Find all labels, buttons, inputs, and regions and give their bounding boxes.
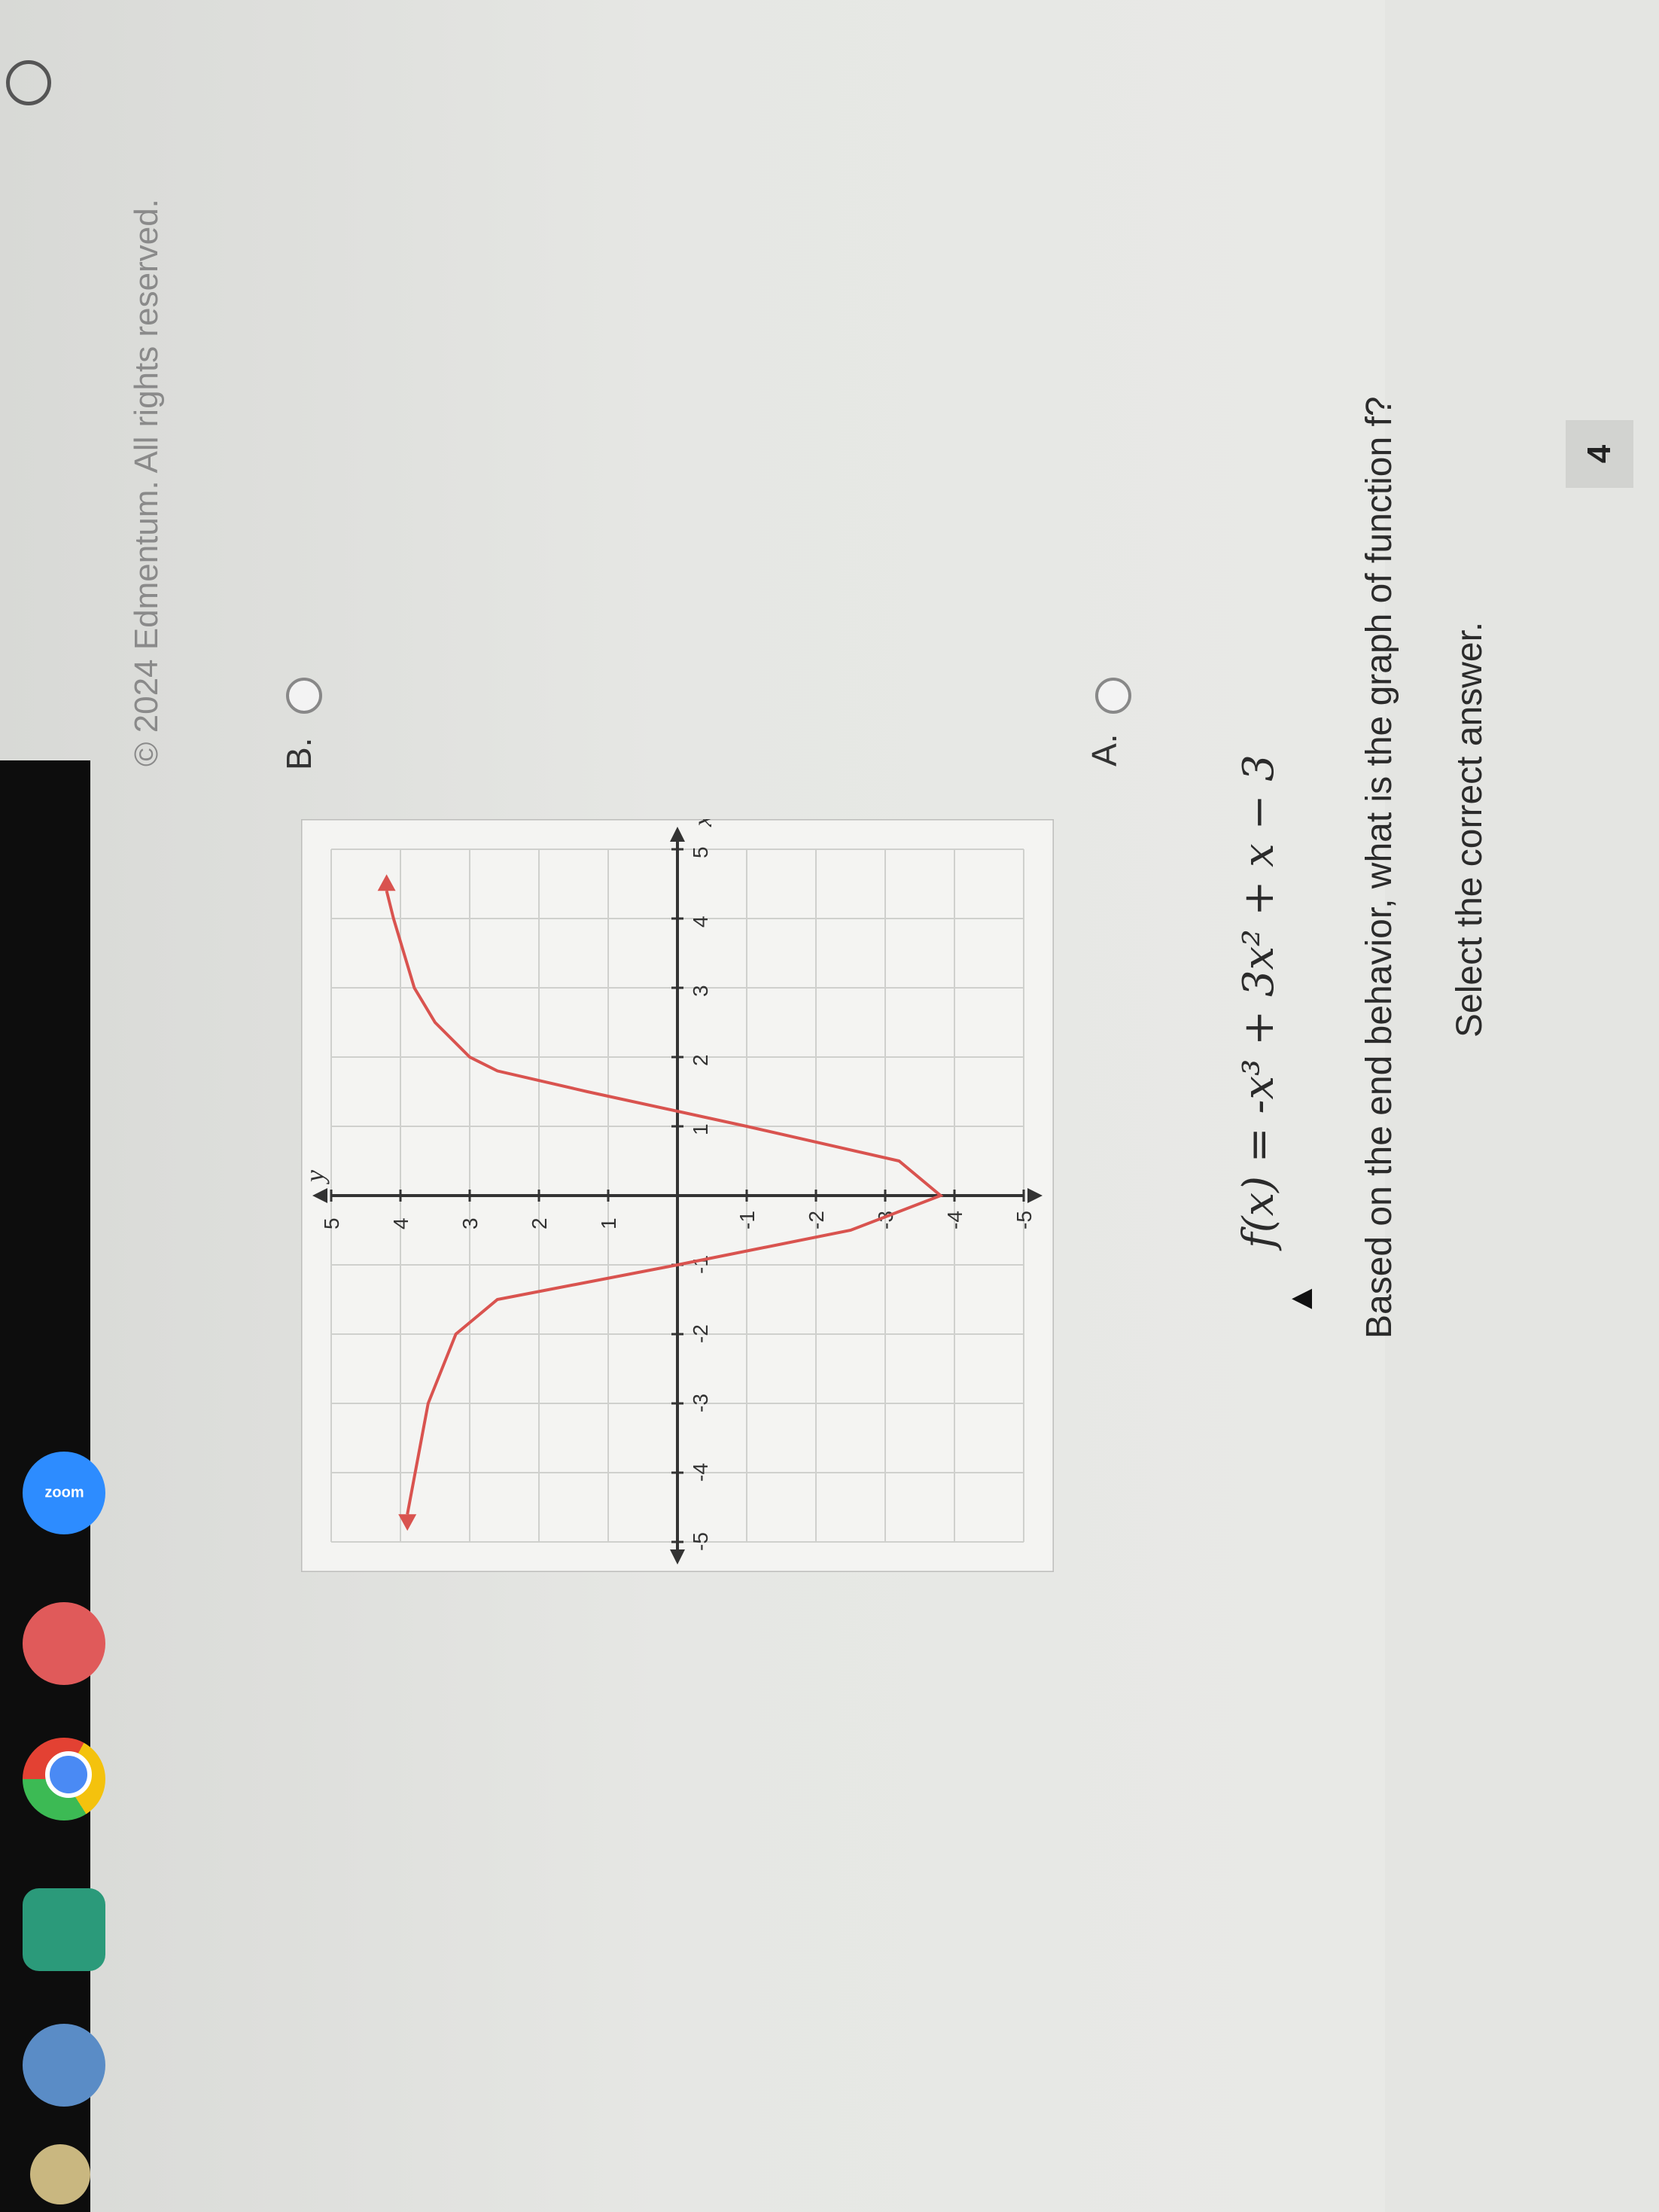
zoom-icon[interactable]: zoom — [23, 1452, 105, 1534]
y-tick-label: 2 — [528, 1217, 551, 1229]
instruction-text: Select the correct answer. — [1450, 621, 1490, 1037]
red-app-icon[interactable] — [23, 1602, 105, 1685]
taskbar: zoom — [0, 0, 113, 2212]
x-tick-label: -5 — [689, 1532, 712, 1551]
chrome-center-dot — [45, 1751, 92, 1798]
x-tick-label: -4 — [689, 1463, 712, 1482]
option-b-label[interactable]: B. — [279, 738, 319, 770]
x-tick-label: -2 — [689, 1324, 712, 1343]
option-b-radio[interactable] — [286, 678, 322, 714]
question-number-badge: 4 — [1566, 420, 1633, 488]
option-a-graph: xy -5-4-3-2-112345-5-4-3-2-112345 — [301, 819, 1054, 1572]
y-tick-label: -1 — [735, 1211, 759, 1229]
function-expression: f(x) = -x³ + 3x² + x − 3 — [1234, 754, 1283, 1248]
y-tick-label: -4 — [943, 1211, 966, 1229]
x-tick-label: 1 — [689, 1123, 712, 1135]
x-tick-label: 2 — [689, 1054, 712, 1066]
classroom-icon[interactable] — [23, 1888, 105, 1971]
x-tick-label: 3 — [689, 985, 712, 997]
x-axis-label: x — [687, 819, 717, 827]
zoom-icon-label: zoom — [44, 1484, 84, 1501]
x-tick-label: -3 — [689, 1394, 712, 1412]
mouse-cursor-icon: ▲ — [1280, 1281, 1320, 1316]
y-tick-label: 1 — [597, 1217, 620, 1229]
files-icon[interactable] — [23, 2024, 105, 2107]
y-tick-label: 4 — [389, 1217, 412, 1229]
option-a-label[interactable]: A. — [1084, 734, 1125, 766]
chrome-icon[interactable] — [23, 1738, 105, 1820]
copyright-text: © 2024 Edmentum. All rights reserved. — [128, 199, 165, 766]
x-tick-label: 5 — [689, 846, 712, 858]
y-tick-label: 3 — [458, 1217, 482, 1229]
option-a-radio[interactable] — [1095, 678, 1131, 714]
question-header-band — [1385, 0, 1659, 2212]
question-prompt: Based on the end behavior, what is the g… — [1359, 396, 1399, 1339]
avatar-icon[interactable] — [30, 2144, 90, 2204]
y-tick-label: 5 — [320, 1217, 343, 1229]
y-tick-label: -2 — [805, 1211, 828, 1229]
y-tick-label: -5 — [1012, 1211, 1036, 1229]
content-stage: 4 Select the correct answer. Based on th… — [0, 0, 1659, 2212]
x-tick-label: 4 — [689, 916, 712, 928]
